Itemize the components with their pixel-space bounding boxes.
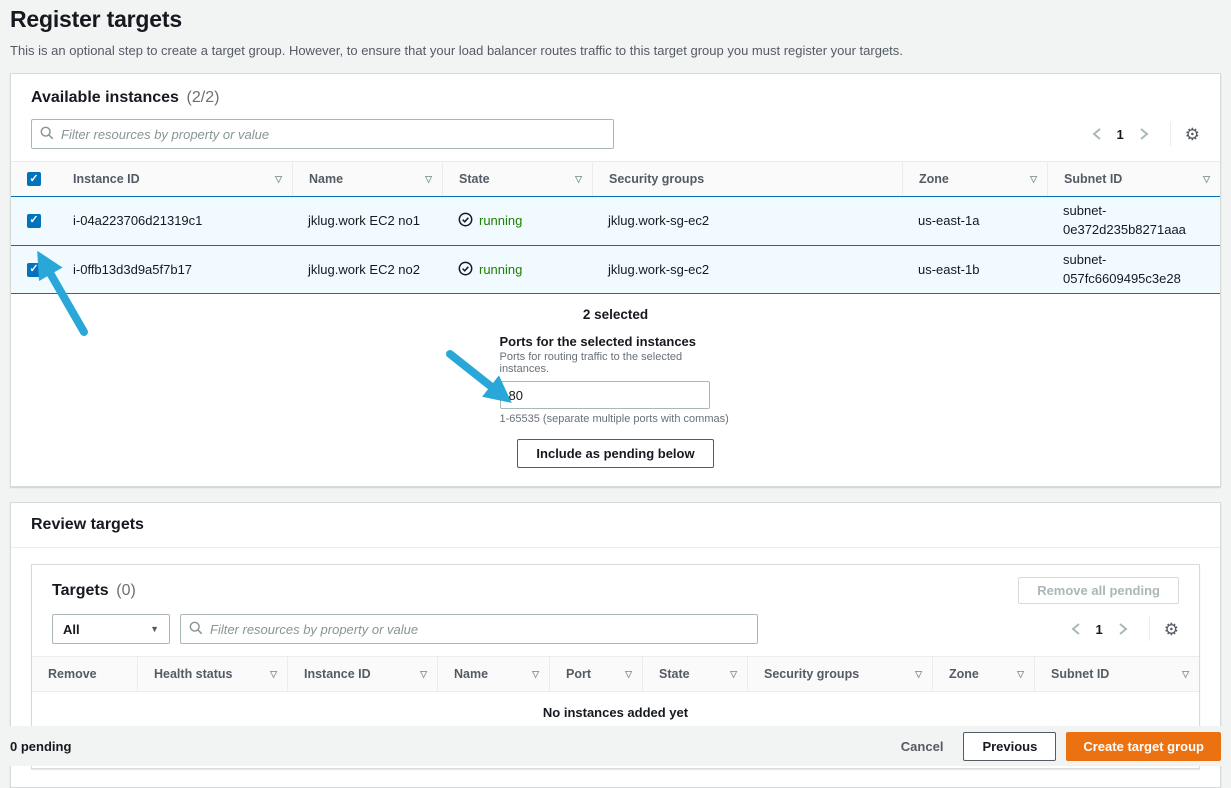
previous-button[interactable]: Previous xyxy=(963,732,1056,761)
ports-description: Ports for routing traffic to the selecte… xyxy=(500,351,732,375)
column-header-zone[interactable]: Zone ▽ xyxy=(932,657,1034,691)
column-header-zone[interactable]: Zone ▽ xyxy=(902,162,1047,196)
cell-security-groups: jklug.work-sg-ec2 xyxy=(592,246,902,294)
targets-filter-input[interactable] xyxy=(210,622,749,637)
column-header-remove: Remove xyxy=(32,657,137,691)
review-targets-title: Review targets xyxy=(31,516,144,533)
row-checkbox[interactable]: ✓ xyxy=(27,263,41,277)
status-running-icon xyxy=(458,212,473,230)
table-row[interactable]: ✓ i-0ffb13d3d9a5f7b17 jklug.work EC2 no2… xyxy=(11,245,1220,295)
available-instances-title: Available instances xyxy=(31,89,179,106)
cancel-button[interactable]: Cancel xyxy=(891,733,954,760)
available-filter-input[interactable] xyxy=(61,127,605,142)
page-description: This is an optional step to create a tar… xyxy=(10,43,1231,58)
settings-gear-button[interactable]: ⚙ xyxy=(1164,621,1179,638)
available-instances-panel: Available instances (2/2) 1 ⚙ xyxy=(10,73,1221,487)
column-header-instance-id[interactable]: Instance ID ▽ xyxy=(57,162,292,196)
previous-page-button[interactable] xyxy=(1064,620,1088,638)
cell-subnet-id: subnet-057fc6609495c3e28 xyxy=(1047,246,1220,294)
empty-state-title: No instances added yet xyxy=(32,705,1199,720)
ports-label: Ports for the selected instances xyxy=(500,334,732,349)
sort-icon: ▽ xyxy=(915,669,922,680)
cell-state: running xyxy=(442,246,592,294)
sort-icon: ▽ xyxy=(1203,174,1210,185)
available-filter[interactable] xyxy=(31,119,614,149)
ports-input[interactable] xyxy=(500,381,710,409)
next-page-button[interactable] xyxy=(1132,125,1156,143)
page-number: 1 xyxy=(1092,622,1107,637)
sort-icon: ▽ xyxy=(420,669,427,680)
available-instances-count: (2/2) xyxy=(187,89,220,106)
status-running-icon xyxy=(458,261,473,279)
include-as-pending-button[interactable]: Include as pending below xyxy=(517,439,713,468)
cell-instance-id: i-0ffb13d3d9a5f7b17 xyxy=(57,246,292,294)
available-instances-header: Available instances (2/2) xyxy=(31,89,1200,107)
sort-icon: ▽ xyxy=(425,174,432,185)
cell-zone: us-east-1a xyxy=(902,197,1047,245)
filter-type-select[interactable]: All ▼ xyxy=(52,614,170,644)
column-header-health-status[interactable]: Health status ▽ xyxy=(137,657,287,691)
caret-down-icon: ▼ xyxy=(150,624,159,634)
sort-icon: ▽ xyxy=(1182,669,1189,680)
search-icon xyxy=(189,621,203,638)
sort-icon: ▽ xyxy=(625,669,632,680)
targets-pagination: 1 ⚙ xyxy=(1064,617,1179,641)
column-header-port[interactable]: Port ▽ xyxy=(549,657,642,691)
settings-gear-button[interactable]: ⚙ xyxy=(1185,126,1200,143)
targets-header: Targets (0) xyxy=(52,582,136,600)
filter-type-value: All xyxy=(63,622,80,637)
page-title: Register targets xyxy=(0,0,1231,33)
column-header-security-groups[interactable]: Security groups xyxy=(592,162,902,196)
sort-icon: ▽ xyxy=(575,174,582,185)
targets-filter[interactable] xyxy=(180,614,758,644)
page-number: 1 xyxy=(1113,127,1128,142)
row-checkbox[interactable]: ✓ xyxy=(27,214,41,228)
cell-name: jklug.work EC2 no2 xyxy=(292,246,442,294)
column-header-subnet-id[interactable]: Subnet ID ▽ xyxy=(1047,162,1220,196)
sort-icon: ▽ xyxy=(730,669,737,680)
ports-form: Ports for the selected instances Ports f… xyxy=(500,334,732,425)
remove-all-pending-button[interactable]: Remove all pending xyxy=(1018,577,1179,604)
targets-title: Targets xyxy=(52,582,109,599)
sort-icon: ▽ xyxy=(1030,174,1037,185)
column-header-state[interactable]: State ▽ xyxy=(642,657,747,691)
cell-name: jklug.work EC2 no1 xyxy=(292,197,442,245)
available-table-header: ✓ Instance ID ▽ Name ▽ State ▽ Security … xyxy=(11,161,1220,196)
column-header-subnet-id[interactable]: Subnet ID ▽ xyxy=(1034,657,1199,691)
sort-icon: ▽ xyxy=(532,669,539,680)
divider xyxy=(1170,122,1171,146)
check-icon: ✓ xyxy=(29,215,38,226)
select-all-checkbox[interactable]: ✓ xyxy=(27,172,41,186)
available-pagination: 1 ⚙ xyxy=(1085,122,1200,146)
cell-security-groups: jklug.work-sg-ec2 xyxy=(592,197,902,245)
sort-icon: ▽ xyxy=(1017,669,1024,680)
divider xyxy=(1149,617,1150,641)
targets-table-header: Remove Health status ▽ Instance ID ▽ Nam… xyxy=(32,656,1199,692)
column-header-name[interactable]: Name ▽ xyxy=(437,657,549,691)
column-header-state[interactable]: State ▽ xyxy=(442,162,592,196)
check-icon: ✓ xyxy=(29,174,38,185)
targets-count: (0) xyxy=(116,582,136,599)
table-row[interactable]: ✓ i-04a223706d21319c1 jklug.work EC2 no1… xyxy=(11,196,1220,245)
pending-count: 0 pending xyxy=(10,739,71,754)
column-header-instance-id[interactable]: Instance ID ▽ xyxy=(287,657,437,691)
check-icon: ✓ xyxy=(29,264,38,275)
selected-count-text: 2 selected xyxy=(11,294,1220,326)
cell-zone: us-east-1b xyxy=(902,246,1047,294)
sort-icon: ▽ xyxy=(275,174,282,185)
previous-page-button[interactable] xyxy=(1085,125,1109,143)
cell-instance-id: i-04a223706d21319c1 xyxy=(57,197,292,245)
column-header-name[interactable]: Name ▽ xyxy=(292,162,442,196)
search-icon xyxy=(40,126,54,143)
cell-subnet-id: subnet-0e372d235b8271aaa xyxy=(1047,197,1220,245)
next-page-button[interactable] xyxy=(1111,620,1135,638)
wizard-footer: 0 pending Cancel Previous Create target … xyxy=(0,726,1231,766)
sort-icon: ▽ xyxy=(270,669,277,680)
cell-state: running xyxy=(442,197,592,245)
available-instances-table: ✓ Instance ID ▽ Name ▽ State ▽ Security … xyxy=(11,161,1220,294)
create-target-group-button[interactable]: Create target group xyxy=(1066,732,1221,761)
column-header-security-groups[interactable]: Security groups ▽ xyxy=(747,657,932,691)
ports-hint: 1-65535 (separate multiple ports with co… xyxy=(500,413,732,425)
